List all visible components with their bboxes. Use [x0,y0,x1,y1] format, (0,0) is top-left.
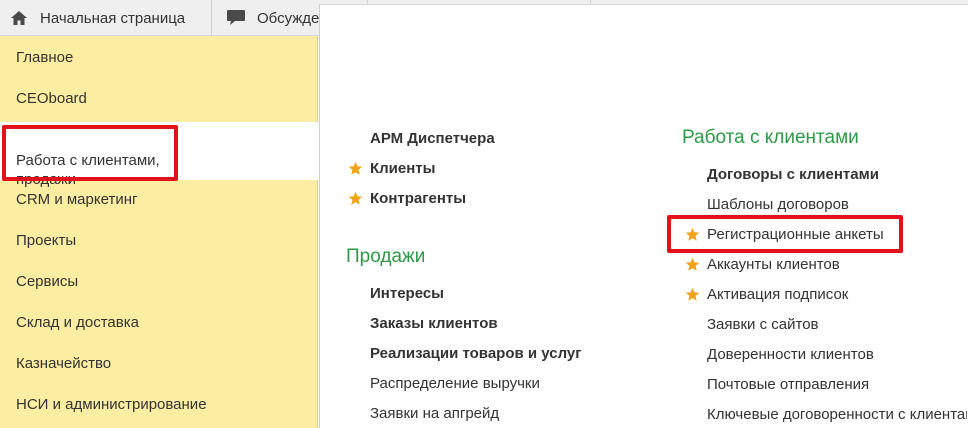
link-label: Регистрационные анкеты [707,226,884,243]
tab-home-label: Начальная страница [40,9,186,27]
link-label: Заказы клиентов [370,315,498,332]
link-label: Шаблоны договоров [707,196,849,213]
link-client-contracts[interactable]: Договоры с клиентами [707,165,879,184]
link-label: Активация подписок [707,286,849,303]
link-client-accounts[interactable]: Аккаунты клиентов [707,255,840,274]
chat-bubble-icon [225,8,247,28]
tab-home[interactable]: Начальная страница [0,0,212,36]
link-label: Аккаунты клиентов [707,256,840,273]
sidebar-item-label: Проекты [16,232,77,249]
link-registration-forms[interactable]: Регистрационные анкеты [707,225,884,244]
sidebar-item-label: Главное [16,49,74,66]
section-title-clients-work: Работа с клиентами [682,127,859,148]
star-icon[interactable] [348,191,363,206]
home-icon [8,8,30,28]
sidebar-item-label: Сервисы [16,273,79,290]
link-label: Распределение выручки [370,375,540,392]
tab-discussions-label: Обсужде [257,9,320,27]
sidebar-item-label: Склад и доставка [16,314,139,331]
link-label: Заявки на апгрейд [370,405,500,422]
link-label: Договоры с клиентами [707,166,879,183]
sidebar-item-label: CEOboard [16,90,87,107]
app-window: Начальная страница Обсужде Главное CEObo… [0,0,968,428]
link-contract-templates[interactable]: Шаблоны договоров [707,195,849,214]
sidebar-item-main[interactable]: Главное [0,48,318,67]
sidebar-item-label: CRM и маркетинг [16,191,138,208]
star-icon[interactable] [348,161,363,176]
link-clients[interactable]: Клиенты [370,159,435,178]
link-revenue-distribution[interactable]: Распределение выручки [370,374,540,393]
link-counterparties[interactable]: Контрагенты [370,189,466,208]
sidebar-item-label: Казначейство [16,355,112,372]
sidebar-item-label: НСИ и администрирование [16,396,207,413]
sidebar-item-clients-sales[interactable]: Работа с клиентами, продажи [0,122,319,188]
link-key-agreements[interactable]: Ключевые договоренности с клиентами [707,405,967,424]
link-label: Доверенности клиентов [707,346,874,363]
link-subscription-activation[interactable]: Активация подписок [707,285,848,304]
link-dispatcher-workstation[interactable]: АРМ Диспетчера [370,129,495,148]
link-website-requests[interactable]: Заявки с сайтов [707,315,819,334]
link-customer-orders[interactable]: Заказы клиентов [370,314,498,333]
sidebar-item-ceoboard[interactable]: CEOboard [0,89,318,108]
sidebar: Главное CEOboard Работа с клиентами, про… [0,36,319,428]
sidebar-item-projects[interactable]: Проекты [0,231,318,250]
sidebar-item-label: Работа с клиентами, продажи [16,152,160,188]
link-label: Интересы [370,285,444,302]
sidebar-item-admin[interactable]: НСИ и администрирование [0,395,318,414]
link-sales-of-goods[interactable]: Реализации товаров и услуг [370,344,582,363]
link-upgrade-requests[interactable]: Заявки на апгрейд [370,404,499,423]
sidebar-item-crm-marketing[interactable]: CRM и маркетинг [0,190,318,209]
link-postal-shipments[interactable]: Почтовые отправления [707,375,869,394]
star-icon[interactable] [685,257,700,272]
link-label: Контрагенты [370,190,467,207]
main-panel: АРМ Диспетчера Клиенты Контрагенты Прода… [319,4,968,428]
link-label: Заявки с сайтов [707,316,819,333]
link-label: Ключевые договоренности с клиентами [707,406,967,423]
star-icon[interactable] [685,227,700,242]
sidebar-item-warehouse[interactable]: Склад и доставка [0,313,318,332]
sidebar-item-treasury[interactable]: Казначейство [0,354,318,373]
link-label: Почтовые отправления [707,376,870,393]
link-label: Клиенты [370,160,436,177]
star-icon[interactable] [685,287,700,302]
link-interests[interactable]: Интересы [370,284,444,303]
link-label: АРМ Диспетчера [370,130,495,147]
link-client-powers-of-attorney[interactable]: Доверенности клиентов [707,345,874,364]
section-title-sales: Продажи [346,246,426,267]
link-label: Реализации товаров и услуг [370,345,582,362]
sidebar-item-services[interactable]: Сервисы [0,272,318,291]
